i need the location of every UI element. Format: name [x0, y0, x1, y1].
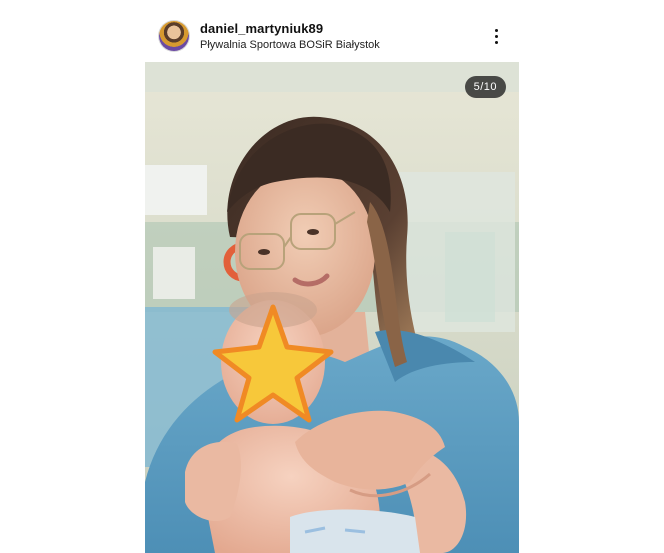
image-counter-badge: 5/10 [464, 76, 506, 98]
post-photo[interactable]: 5/10 [145, 62, 519, 553]
post-location[interactable]: Pływalnia Sportowa BOSiR Białystok [200, 39, 380, 51]
more-options-icon[interactable] [487, 26, 507, 48]
post-username[interactable]: daniel_martyniuk89 [200, 21, 323, 36]
photo-illustration [145, 62, 519, 553]
post-header: daniel_martyniuk89 Pływalnia Sportowa BO… [145, 12, 519, 62]
user-avatar[interactable] [159, 21, 189, 51]
